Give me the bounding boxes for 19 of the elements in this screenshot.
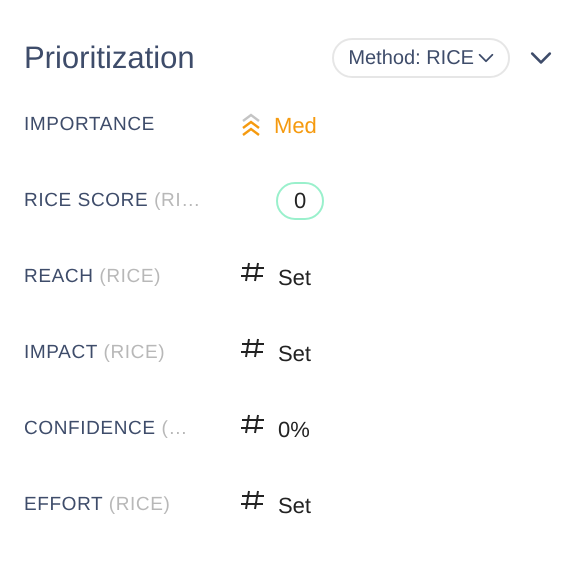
field-label: EFFORT (RICE): [24, 492, 172, 517]
caret-icon: [478, 53, 494, 63]
hash-icon: [240, 489, 266, 511]
hash-icon: [240, 337, 266, 359]
field-label: IMPORTANCE: [24, 112, 156, 137]
field-label: RICE SCORE (RI…: [24, 188, 202, 213]
field-label: IMPACT (RICE): [24, 340, 166, 365]
field-value[interactable]: Set: [278, 260, 312, 294]
field-value[interactable]: Set: [278, 488, 312, 522]
field-label: CONFIDENCE (…: [24, 416, 190, 441]
field-value[interactable]: Set: [278, 336, 312, 370]
field-value[interactable]: 0%: [278, 412, 310, 446]
score-value: 0: [276, 182, 324, 220]
hash-icon: [240, 261, 266, 283]
hash-icon: [240, 413, 266, 435]
priority-chevrons-icon: [240, 113, 262, 137]
field-label: REACH (RICE): [24, 264, 162, 289]
method-dropdown[interactable]: Method: RICE: [332, 38, 510, 78]
section-title: Prioritization: [24, 39, 195, 77]
